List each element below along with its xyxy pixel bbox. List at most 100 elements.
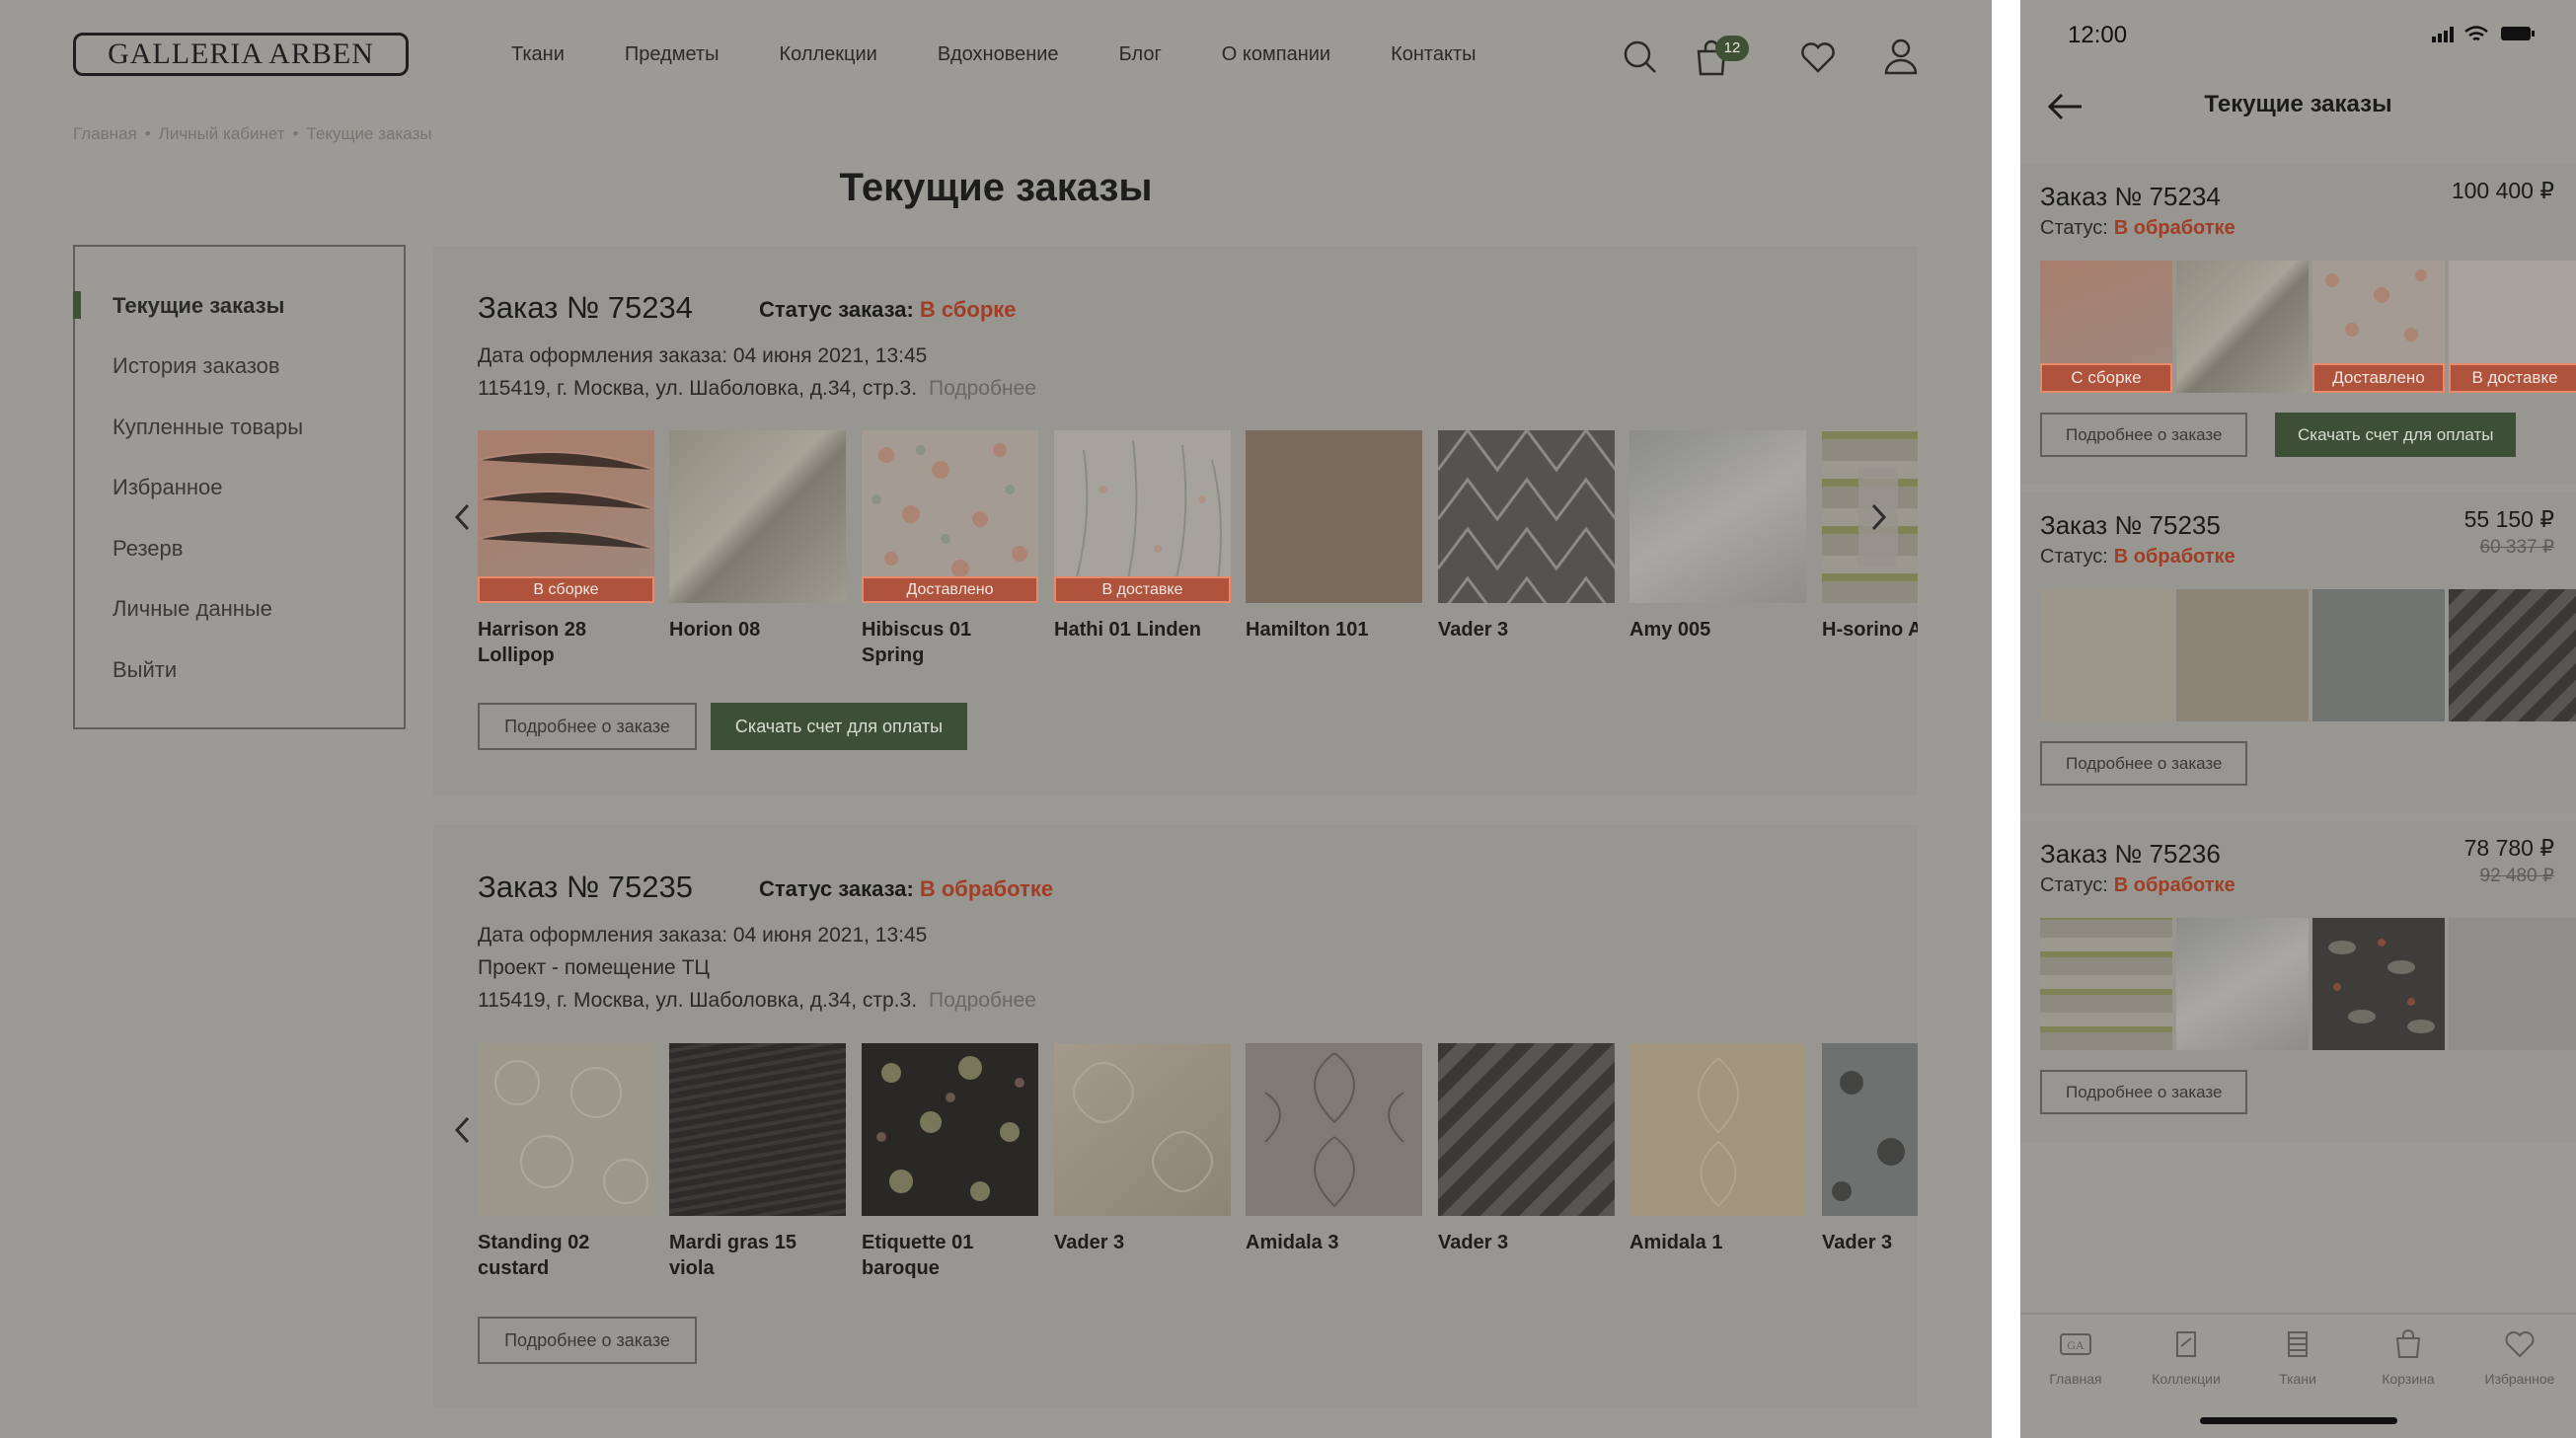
order-status-label: Статус заказа: bbox=[759, 876, 914, 901]
status-bar-time: 12:00 bbox=[2068, 22, 2128, 48]
tab-cart[interactable]: Корзина bbox=[2353, 1328, 2463, 1387]
product-item[interactable]: Доставлено Hibiscus 01 Spring bbox=[862, 430, 1038, 667]
product-name: Hathi 01 Linden bbox=[1054, 619, 1201, 641]
tab-favorites[interactable]: Избранное bbox=[2464, 1328, 2575, 1387]
product-item[interactable]: Vader 3 bbox=[1438, 1043, 1615, 1255]
order-price: 55 150 ₽ bbox=[2463, 506, 2554, 532]
tab-collections[interactable]: Коллекции bbox=[2131, 1328, 2241, 1387]
order-status-label: Статус заказа: bbox=[759, 297, 914, 322]
fabrics-icon bbox=[2288, 1331, 2308, 1357]
nav-item-fabrics[interactable]: Ткани bbox=[511, 43, 565, 66]
order-status: Статус заказа: В сборке bbox=[759, 297, 1017, 323]
sidebar-item-favorites[interactable]: Избранное bbox=[113, 475, 223, 500]
order-status-label: Статус: bbox=[2040, 217, 2108, 239]
product-item[interactable]: Vader 3 bbox=[1054, 1043, 1231, 1255]
order-details-button[interactable]: Подробнее о заказе bbox=[2040, 1070, 2248, 1114]
order-status: Статус: В обработке bbox=[2040, 217, 2235, 240]
fabric-swatch: В сборке bbox=[478, 430, 654, 603]
product-thumbnail[interactable] bbox=[2449, 589, 2576, 721]
breadcrumb-home[interactable]: Главная bbox=[73, 124, 137, 143]
product-item[interactable]: Amy 005 bbox=[1629, 430, 1806, 643]
product-thumbnail[interactable] bbox=[2176, 589, 2309, 721]
product-item[interactable]: Standing 02 custard bbox=[478, 1043, 654, 1280]
product-item[interactable]: В доставке Hathi 01 Linden bbox=[1054, 430, 1231, 643]
search-icon[interactable] bbox=[1621, 38, 1660, 77]
product-item[interactable]: В сборке Harrison 28 Lollipop bbox=[478, 430, 654, 667]
order-address-text: 115419, г. Москва, ул. Шаболовка, д.34, … bbox=[478, 989, 918, 1012]
fabric-swatch bbox=[1246, 1043, 1422, 1216]
product-item[interactable]: Amidala 1 bbox=[1629, 1043, 1806, 1255]
order-address-more-link[interactable]: Подробнее bbox=[929, 377, 1036, 400]
product-thumbnail[interactable] bbox=[2040, 589, 2172, 721]
fabric-swatch bbox=[1054, 1043, 1231, 1216]
sidebar-item-current-orders[interactable]: Текущие заказы bbox=[113, 293, 284, 319]
nav-item-items[interactable]: Предметы bbox=[625, 43, 720, 66]
nav-item-blog[interactable]: Блог bbox=[1119, 43, 1162, 66]
order-items-carousel: В сборке Harrison 28 Lollipop Horion 08 … bbox=[478, 430, 1918, 667]
sidebar-item-personal-data[interactable]: Личные данные bbox=[113, 596, 272, 622]
order-status-value: В обработке bbox=[2113, 874, 2235, 896]
product-item[interactable]: Vader 3 bbox=[1438, 430, 1615, 643]
tab-home[interactable]: GA Главная bbox=[2020, 1328, 2131, 1387]
leaf-pattern bbox=[2328, 939, 2435, 1033]
order-status-value: В сборке bbox=[919, 297, 1017, 322]
damask-pattern bbox=[1698, 1057, 1739, 1208]
sidebar-item-order-history[interactable]: История заказов bbox=[113, 353, 280, 379]
sidebar-item-logout[interactable]: Выйти bbox=[113, 657, 177, 683]
product-thumbnail[interactable]: В доставке bbox=[2449, 261, 2576, 393]
order-status: Статус заказа: В обработке bbox=[759, 876, 1053, 902]
product-thumbnail[interactable]: Доставлено bbox=[2312, 261, 2445, 393]
carousel-prev-button[interactable] bbox=[443, 1081, 483, 1179]
tab-fabrics[interactable]: Ткани bbox=[2242, 1328, 2353, 1387]
sidebar-item-reserve[interactable]: Резерв bbox=[113, 536, 183, 562]
download-invoice-button[interactable]: Скачать счет для оплаты bbox=[711, 703, 967, 750]
order-address-more-link[interactable]: Подробнее bbox=[929, 989, 1036, 1012]
tab-label: Избранное bbox=[2484, 1371, 2555, 1387]
product-thumbnail[interactable] bbox=[2449, 918, 2576, 1050]
product-item[interactable]: Etiquette 01 baroque bbox=[862, 1043, 1038, 1280]
order-card: Заказ № 75235 Статус заказа: В обработке … bbox=[433, 825, 1918, 1407]
order-details-button[interactable]: Подробнее о заказе bbox=[478, 703, 697, 750]
heart-icon[interactable] bbox=[1798, 38, 1838, 77]
product-item[interactable]: Amidala 3 bbox=[1246, 1043, 1422, 1255]
nav-item-about[interactable]: О компании bbox=[1222, 43, 1330, 66]
product-item[interactable]: Horion 08 bbox=[669, 430, 846, 643]
fabric-swatch bbox=[1246, 430, 1422, 603]
product-thumbnail[interactable]: С сборке bbox=[2040, 261, 2172, 393]
carousel-prev-button[interactable] bbox=[443, 468, 483, 567]
carousel-next-button[interactable] bbox=[1858, 468, 1898, 567]
nav-item-contacts[interactable]: Контакты bbox=[1391, 43, 1476, 66]
item-status-badge: В сборке bbox=[478, 576, 654, 603]
user-icon[interactable] bbox=[1881, 36, 1921, 75]
chevron-right-icon bbox=[1871, 503, 1887, 531]
sidebar-item-purchased[interactable]: Купленные товары bbox=[113, 415, 303, 440]
item-status-badge: Доставлено bbox=[2312, 363, 2445, 393]
product-item[interactable]: Mardi gras 15 viola bbox=[669, 1043, 846, 1280]
order-details-button[interactable]: Подробнее о заказе bbox=[478, 1317, 697, 1364]
order-status-value: В обработке bbox=[2113, 546, 2235, 568]
product-thumbnail[interactable] bbox=[2312, 918, 2445, 1050]
order-status-label: Статус: bbox=[2040, 874, 2108, 896]
nav-item-inspiration[interactable]: Вдохновение bbox=[938, 43, 1059, 66]
tab-label: Главная bbox=[2049, 1371, 2102, 1387]
order-title: Заказ № 75234 bbox=[478, 290, 693, 325]
order-title: Заказ № 75235 bbox=[2040, 510, 2221, 540]
nav-item-collections[interactable]: Коллекции bbox=[779, 43, 876, 66]
order-address: 115419, г. Москва, ул. Шаболовка, д.34, … bbox=[478, 989, 1036, 1013]
order-details-button[interactable]: Подробнее о заказе bbox=[2040, 741, 2248, 786]
mobile-order-card: Заказ № 75235 55 150 ₽ 60 337 ₽ Статус: В… bbox=[2020, 492, 2576, 813]
brand-logo[interactable]: GALLERIA ARBEN bbox=[73, 33, 409, 76]
order-details-button[interactable]: Подробнее о заказе bbox=[2040, 413, 2248, 457]
chevron-left-icon bbox=[454, 1116, 470, 1144]
product-item[interactable]: Vader 3 bbox=[1822, 1043, 1918, 1255]
wifi-icon bbox=[2464, 26, 2488, 41]
order-address: 115419, г. Москва, ул. Шаболовка, д.34, … bbox=[478, 377, 1036, 401]
download-invoice-button[interactable]: Скачать счет для оплаты bbox=[2275, 413, 2517, 457]
product-thumbnail[interactable] bbox=[2176, 261, 2309, 393]
product-thumbnail[interactable] bbox=[2040, 918, 2172, 1050]
breadcrumb-account[interactable]: Личный кабинет bbox=[159, 124, 285, 143]
product-item[interactable]: Hamilton 101 bbox=[1246, 430, 1422, 643]
product-thumbnail[interactable] bbox=[2312, 589, 2445, 721]
product-thumbnail[interactable] bbox=[2176, 918, 2309, 1050]
ga-logo-icon: GA bbox=[2060, 1333, 2091, 1355]
